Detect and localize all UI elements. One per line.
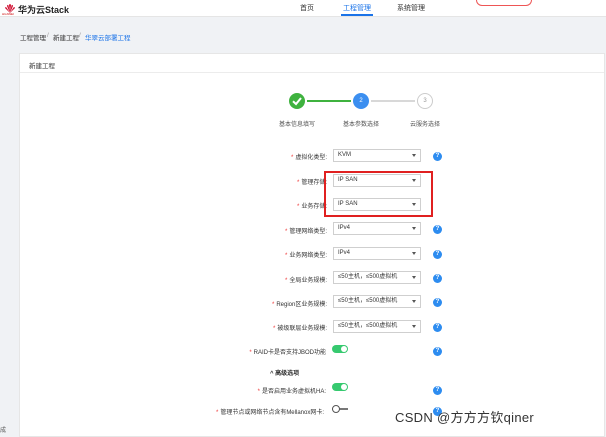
chevron-down-icon xyxy=(412,154,416,157)
field-label: * 是否启用业务虚拟机HA: xyxy=(257,389,326,395)
breadcrumb: 工程管理 / 新建工程 / 华翠云部署工程 xyxy=(0,28,606,45)
field-label: * 业务网络类型: xyxy=(284,253,327,259)
brand-sub: HUAWEI xyxy=(2,12,14,16)
brand-name: 华为云Stack xyxy=(18,5,70,15)
help-icon[interactable]: ? xyxy=(433,225,442,234)
step-2-active: 2 xyxy=(353,93,369,109)
advanced-options-heading[interactable]: ^ 高级选项 xyxy=(270,368,299,377)
field-label: * 虚拟化类型: xyxy=(290,155,327,161)
breadcrumb-item-current: 华翠云部署工程 xyxy=(85,35,131,42)
help-icon[interactable]: ? xyxy=(433,386,442,395)
help-icon[interactable]: ? xyxy=(433,323,442,332)
chevron-down-icon xyxy=(412,252,416,255)
breadcrumb-separator: / xyxy=(47,32,49,39)
new-project-card: 新建工程 xyxy=(19,53,605,437)
top-bar: HUAWEI 华为云Stack 首页 工程管理 系统管理 xyxy=(0,0,606,17)
nav-system-management[interactable]: 系统管理 xyxy=(397,3,425,13)
user-menu[interactable] xyxy=(476,0,532,6)
highlight-box xyxy=(324,171,433,217)
mellanox-toggle[interactable] xyxy=(332,405,348,413)
nav-project-management[interactable]: 工程管理 xyxy=(341,3,373,16)
nav-home[interactable]: 首页 xyxy=(300,3,314,13)
watermark: CSDN @方方方钦qiner xyxy=(395,410,535,425)
breadcrumb-item-new-project[interactable]: 新建工程 xyxy=(53,32,79,42)
region-scale-select[interactable]: ≤50主机，≤500虚拟机 xyxy=(333,295,421,308)
chevron-down-icon xyxy=(412,300,416,303)
cascaded-scale-select[interactable]: ≤50主机，≤500虚拟机 xyxy=(333,320,421,333)
chevron-down-icon xyxy=(412,227,416,230)
step-3-todo: 3 xyxy=(417,93,433,109)
chevron-down-icon xyxy=(412,276,416,279)
card-title: 新建工程 xyxy=(29,63,55,70)
chevron-down-icon xyxy=(412,325,416,328)
step-1-label: 基本信息填写 xyxy=(279,122,316,128)
help-icon[interactable]: ? xyxy=(433,347,442,356)
field-label: * 被级联层业务规模: xyxy=(272,326,327,332)
help-icon[interactable]: ? xyxy=(433,152,442,161)
vm-ha-toggle[interactable] xyxy=(332,383,348,391)
field-label: * Region区业务规模: xyxy=(271,302,327,308)
global-scale-select[interactable]: ≤50主机，≤500虚拟机 xyxy=(333,271,421,284)
virtualization-type-select[interactable]: KVM xyxy=(333,149,421,162)
business-network-type-select[interactable]: IPv4 xyxy=(333,247,421,260)
field-label: * 业务存储: xyxy=(296,204,327,210)
step-connector xyxy=(371,100,415,102)
help-icon[interactable]: ? xyxy=(433,250,442,259)
field-label: * 管理网络类型: xyxy=(284,229,327,235)
step-connector xyxy=(307,100,351,102)
divider xyxy=(20,72,604,73)
step-2-label: 基本参数选择 xyxy=(343,122,380,128)
field-label: * 管理存储: xyxy=(296,180,327,186)
help-icon[interactable]: ? xyxy=(433,298,442,307)
status-text: 成 xyxy=(0,428,7,434)
management-network-type-select[interactable]: IPv4 xyxy=(333,222,421,235)
step-3-label: 云服务选择 xyxy=(410,122,441,128)
step-1-done-icon xyxy=(289,93,305,109)
breadcrumb-item-project-management[interactable]: 工程管理 xyxy=(20,32,46,42)
breadcrumb-separator: / xyxy=(79,32,81,39)
field-label: * 全局业务规模: xyxy=(284,278,327,284)
field-label: * 管理节点或网络节点含有Mellanox网卡: xyxy=(215,410,324,416)
field-label: * RAID卡是否支持JBOD功能 xyxy=(249,350,326,356)
raid-jbod-toggle[interactable] xyxy=(332,345,348,353)
help-icon[interactable]: ? xyxy=(433,274,442,283)
